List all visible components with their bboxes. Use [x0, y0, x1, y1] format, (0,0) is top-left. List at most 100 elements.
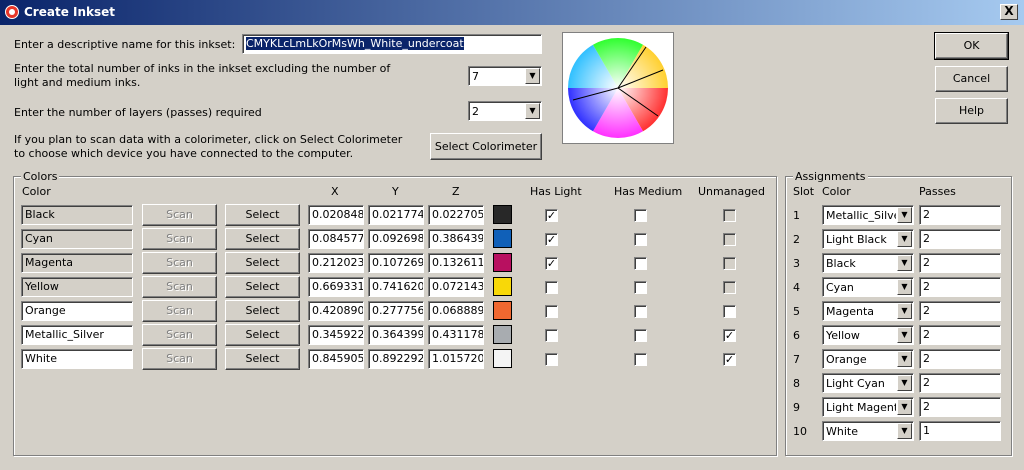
slot-color-select[interactable]: Light Magenta▼ — [822, 397, 914, 417]
has-medium-checkbox[interactable] — [634, 329, 647, 342]
has-medium-checkbox[interactable] — [634, 353, 647, 366]
z-value-field[interactable]: 0.072143 — [428, 277, 484, 297]
help-button[interactable]: Help — [935, 98, 1008, 124]
y-value-field[interactable]: 0.277756 — [368, 301, 424, 321]
has-medium-checkbox[interactable] — [634, 233, 647, 246]
unmanaged-checkbox[interactable] — [723, 305, 736, 318]
chevron-down-icon[interactable]: ▼ — [897, 423, 912, 439]
x-value-field[interactable]: 0.020848 — [308, 205, 364, 225]
select-color-button[interactable]: Select — [225, 204, 300, 226]
has-light-checkbox[interactable] — [545, 305, 558, 318]
has-light-checkbox[interactable]: ✓ — [545, 233, 558, 246]
select-color-button[interactable]: Select — [225, 348, 300, 370]
has-light-checkbox[interactable] — [545, 329, 558, 342]
chevron-down-icon[interactable]: ▼ — [897, 231, 912, 247]
chevron-down-icon[interactable]: ▼ — [897, 255, 912, 271]
close-button[interactable]: X — [1000, 4, 1018, 20]
slot-color-select[interactable]: Metallic_Silver▼ — [822, 205, 914, 225]
slot-color-select[interactable]: Yellow ▼ — [822, 325, 914, 345]
slot-passes-field[interactable]: 2 — [919, 325, 1001, 345]
inkset-name-input[interactable]: CMYKLcLmLkOrMsWh_White_undercoat — [242, 34, 542, 54]
slot-color-select[interactable]: Magenta ▼ — [822, 301, 914, 321]
z-value-field[interactable]: 1.015720 — [428, 349, 484, 369]
has-medium-checkbox[interactable] — [634, 257, 647, 270]
color-name-field[interactable]: Orange — [21, 301, 133, 321]
slot-passes-field[interactable]: 1 — [919, 421, 1001, 441]
slot-passes-field[interactable]: 2 — [919, 349, 1001, 369]
slot-color-select[interactable]: White ▼ — [822, 421, 914, 441]
slot-color-select[interactable]: Orange ▼ — [822, 349, 914, 369]
header-z: Z — [452, 185, 460, 198]
x-value-field[interactable]: 0.212023 — [308, 253, 364, 273]
color-swatch — [493, 277, 512, 296]
y-value-field[interactable]: 0.021774 — [368, 205, 424, 225]
x-value-field[interactable]: 0.345922 — [308, 325, 364, 345]
y-value-field[interactable]: 0.741620 — [368, 277, 424, 297]
has-light-checkbox[interactable] — [545, 281, 558, 294]
slot-passes-field[interactable]: 2 — [919, 277, 1001, 297]
chevron-down-icon[interactable]: ▼ — [897, 399, 912, 415]
x-value-field[interactable]: 0.845905 — [308, 349, 364, 369]
slot-color-select[interactable]: Light Black ▼ — [822, 229, 914, 249]
slot-passes-field[interactable]: 2 — [919, 229, 1001, 249]
slot-passes-field[interactable]: 2 — [919, 373, 1001, 393]
y-value-field[interactable]: 0.107269 — [368, 253, 424, 273]
color-name-field: Cyan — [21, 229, 133, 249]
layers-label: Enter the number of layers (passes) requ… — [14, 106, 262, 119]
slot-passes-field[interactable]: 2 — [919, 205, 1001, 225]
y-value-field[interactable]: 0.364399 — [368, 325, 424, 345]
z-value-field[interactable]: 0.386439 — [428, 229, 484, 249]
cancel-button[interactable]: Cancel — [935, 66, 1008, 92]
ok-button[interactable]: OK — [934, 32, 1009, 60]
has-light-checkbox[interactable]: ✓ — [545, 257, 558, 270]
unmanaged-checkbox[interactable]: ✓ — [723, 329, 736, 342]
select-colorimeter-button[interactable]: Select Colorimeter — [430, 133, 542, 160]
has-medium-checkbox[interactable] — [634, 281, 647, 294]
slot-color-select[interactable]: Black ▼ — [822, 253, 914, 273]
slot-number: 8 — [793, 377, 800, 390]
chevron-down-icon[interactable]: ▼ — [897, 303, 912, 319]
has-light-checkbox[interactable] — [545, 353, 558, 366]
y-value-field[interactable]: 0.092698 — [368, 229, 424, 249]
inks-count-select[interactable]: 7 ▼ — [468, 66, 542, 86]
chevron-down-icon[interactable]: ▼ — [525, 103, 540, 119]
z-value-field[interactable]: 0.068889 — [428, 301, 484, 321]
chevron-down-icon[interactable]: ▼ — [897, 351, 912, 367]
select-color-button[interactable]: Select — [225, 324, 300, 346]
color-name-field[interactable]: White — [21, 349, 133, 369]
slot-passes-field[interactable]: 2 — [919, 301, 1001, 321]
chevron-down-icon[interactable]: ▼ — [525, 68, 540, 84]
header-assign-color: Color — [822, 185, 851, 198]
layers-select[interactable]: 2 ▼ — [468, 101, 542, 121]
header-y: Y — [392, 185, 399, 198]
x-value-field[interactable]: 0.420890 — [308, 301, 364, 321]
color-name-field[interactable]: Metallic_Silver — [21, 325, 133, 345]
z-value-field[interactable]: 0.022705 — [428, 205, 484, 225]
has-light-checkbox[interactable]: ✓ — [545, 209, 558, 222]
has-medium-checkbox[interactable] — [634, 305, 647, 318]
chevron-down-icon[interactable]: ▼ — [897, 207, 912, 223]
chevron-down-icon[interactable]: ▼ — [897, 279, 912, 295]
slot-color-select[interactable]: Light Cyan ▼ — [822, 373, 914, 393]
slot-passes-field[interactable]: 2 — [919, 253, 1001, 273]
select-color-button[interactable]: Select — [225, 300, 300, 322]
chevron-down-icon[interactable]: ▼ — [897, 375, 912, 391]
title-bar[interactable]: Create Inkset X — [0, 0, 1024, 25]
slot-number: 10 — [793, 425, 807, 438]
color-name-field: Magenta — [21, 253, 133, 273]
slot-passes-field[interactable]: 2 — [919, 397, 1001, 417]
select-color-button[interactable]: Select — [225, 228, 300, 250]
x-value-field[interactable]: 0.669331 — [308, 277, 364, 297]
select-color-button[interactable]: Select — [225, 252, 300, 274]
x-value-field[interactable]: 0.084577 — [308, 229, 364, 249]
window-title: Create Inkset — [24, 5, 116, 19]
has-medium-checkbox[interactable] — [634, 209, 647, 222]
unmanaged-checkbox[interactable]: ✓ — [723, 353, 736, 366]
y-value-field[interactable]: 0.892292 — [368, 349, 424, 369]
z-value-field[interactable]: 0.132611 — [428, 253, 484, 273]
chevron-down-icon[interactable]: ▼ — [897, 327, 912, 343]
slot-number: 1 — [793, 209, 800, 222]
z-value-field[interactable]: 0.431178 — [428, 325, 484, 345]
slot-color-select[interactable]: Cyan ▼ — [822, 277, 914, 297]
select-color-button[interactable]: Select — [225, 276, 300, 298]
